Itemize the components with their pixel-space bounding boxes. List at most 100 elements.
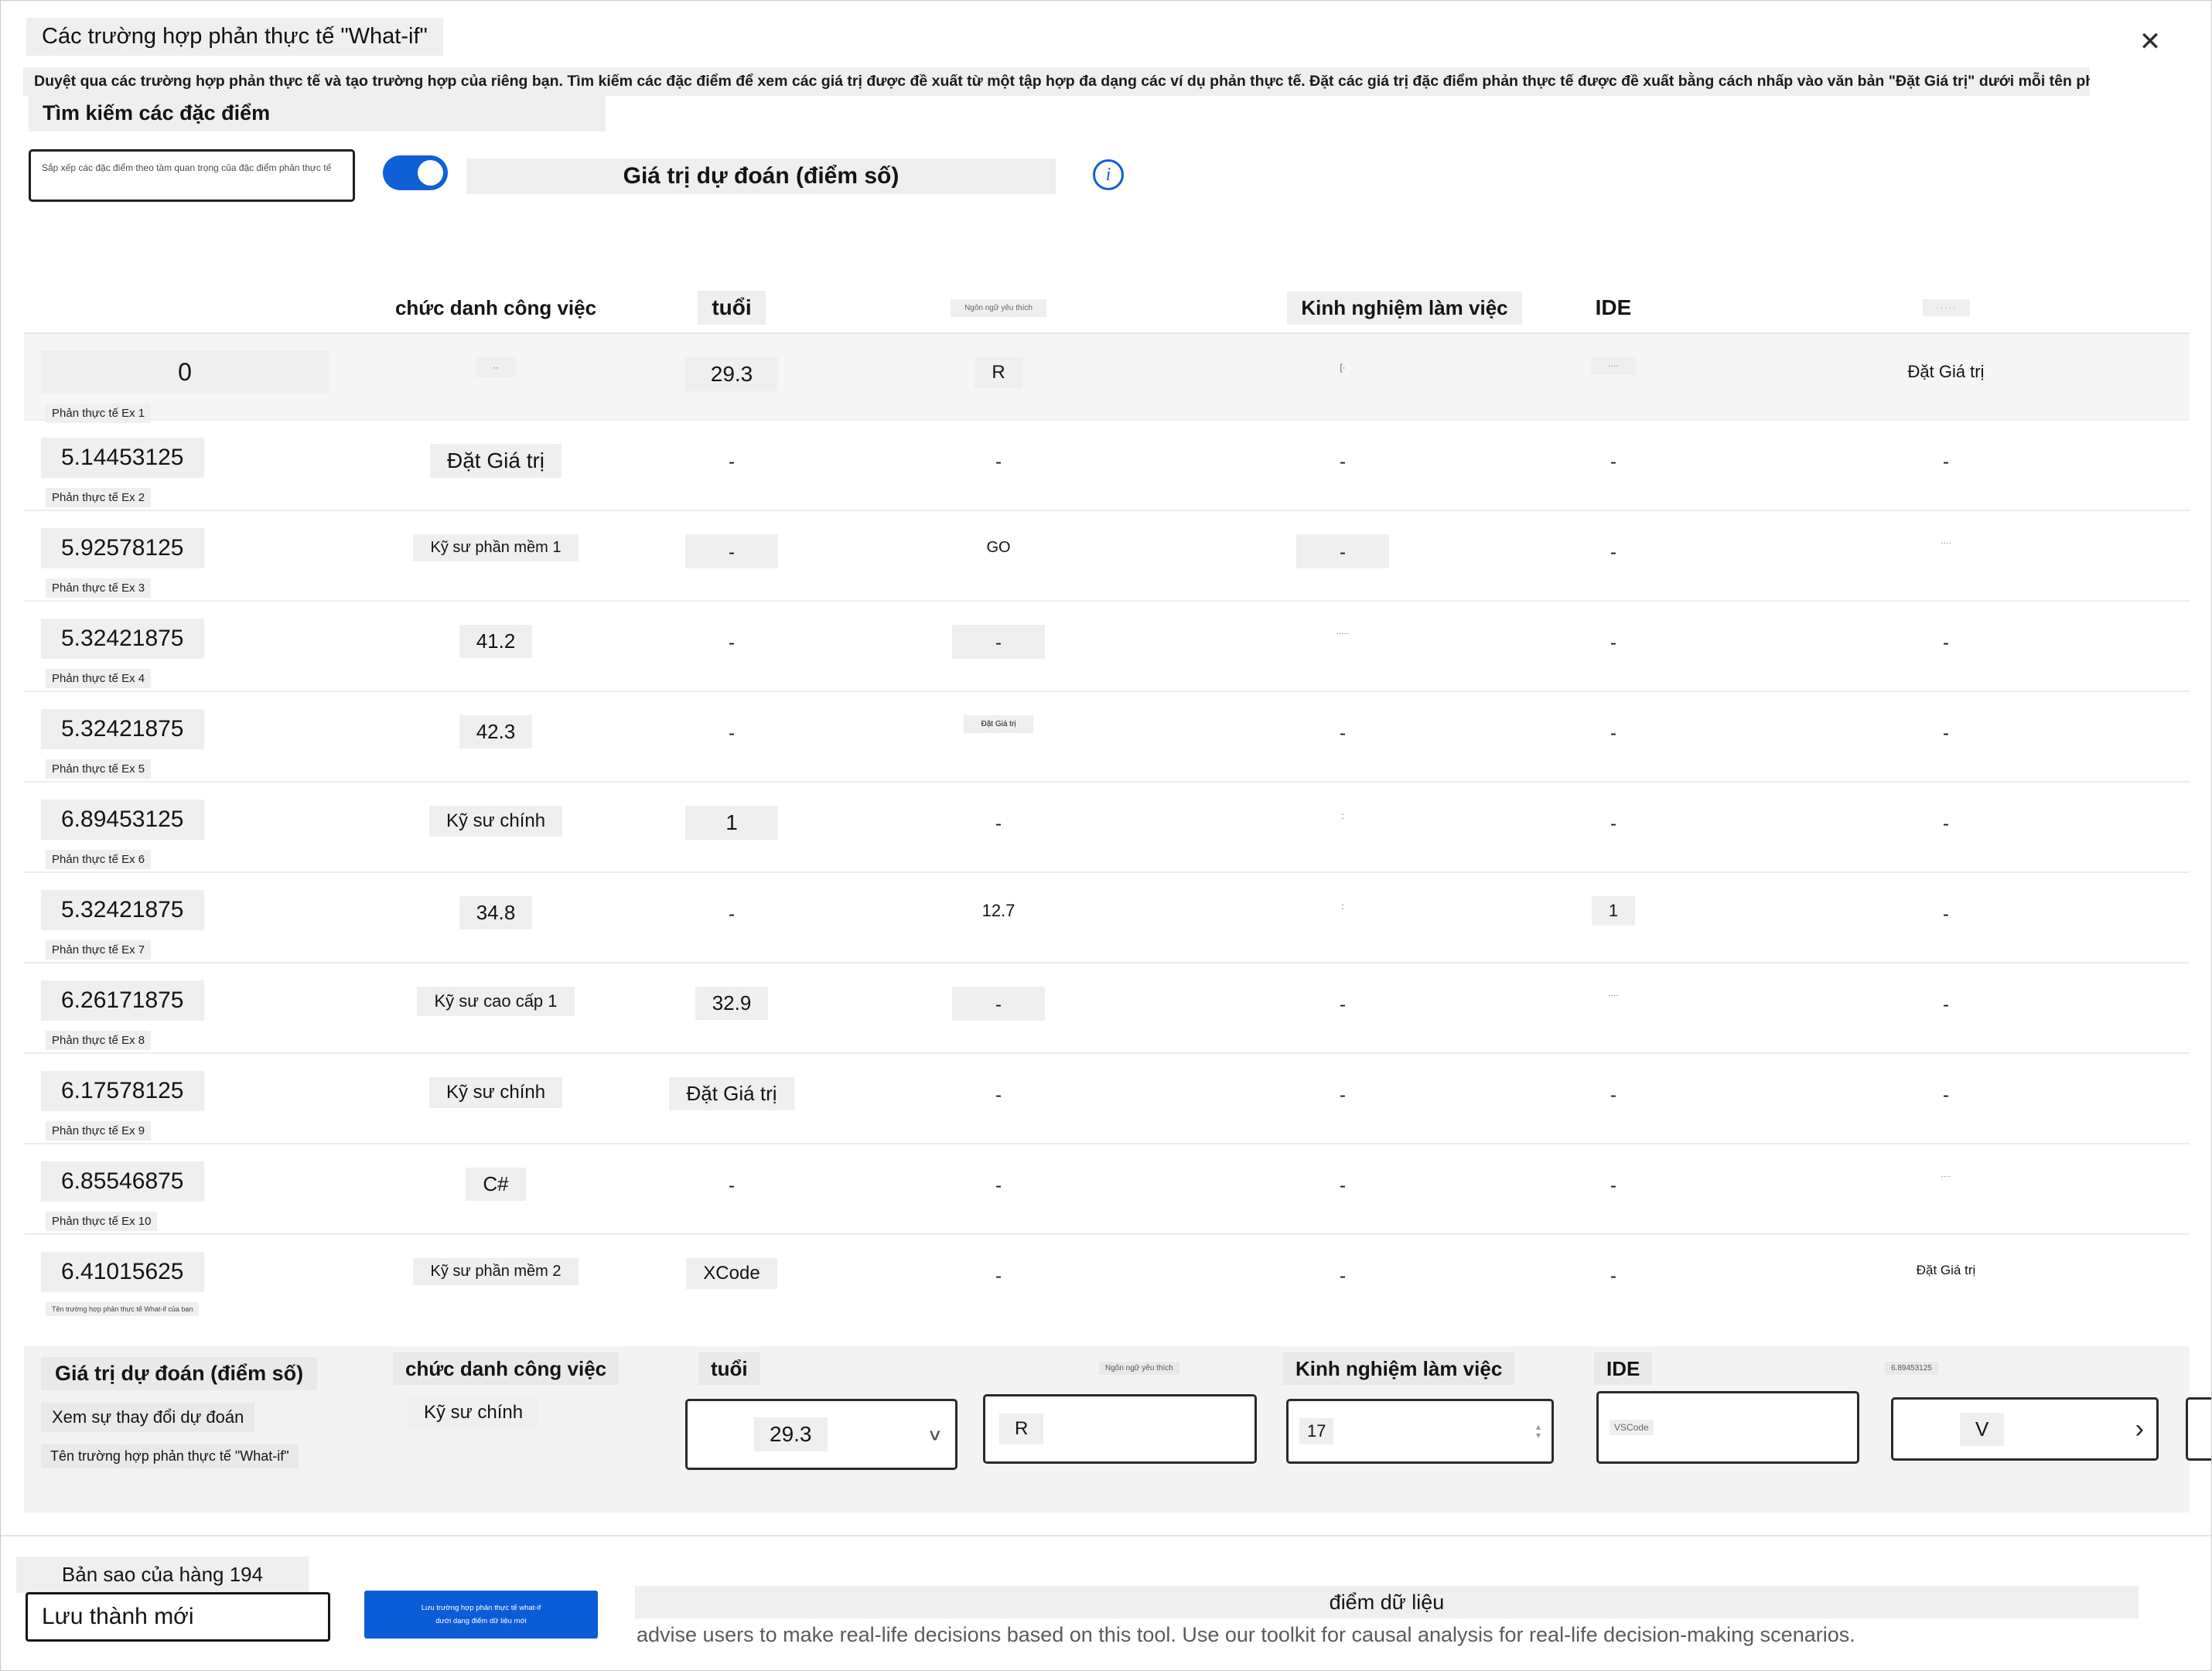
cell-value: -	[1340, 723, 1346, 744]
cell-value: -	[952, 625, 1045, 659]
extra-combobox[interactable]: V ›	[1891, 1397, 2159, 1461]
score-value: 0	[41, 351, 329, 394]
cell-value: -	[729, 633, 735, 653]
set-value-link[interactable]: Đặt Giá trị	[669, 1077, 794, 1110]
cell-value: -	[952, 987, 1045, 1021]
row-label: Phản thực tế Ex 5	[46, 759, 152, 779]
table-cell: Kỹ sư chính	[364, 1054, 627, 1143]
cell-value: -	[1610, 813, 1616, 834]
row-label: Phản thực tế Ex 8	[46, 1031, 152, 1050]
table-cell: :	[1161, 783, 1524, 871]
set-value-link[interactable]: Đặt Giá trị	[1890, 357, 2001, 387]
table-cell: -	[627, 421, 836, 510]
cell-value: -	[1340, 1175, 1346, 1196]
score-value: 5.14453125	[41, 438, 204, 478]
table-row: 6.85546875 Phản thực tế Ex 10 C# - - - - ····	[24, 1143, 2190, 1233]
cell-value: -	[1943, 723, 1949, 744]
score-cell: 6.26171875 Phản thực tế Ex 8	[24, 963, 364, 1052]
table-cell: -	[1161, 1054, 1524, 1143]
table-cell: -	[627, 873, 836, 962]
set-value-link[interactable]: Đặt Giá trị	[964, 715, 1033, 733]
editor-score-header: Giá trị dự đoán (điểm số)	[41, 1357, 318, 1390]
table-cell: Kỹ sư cao cấp 1	[364, 963, 627, 1052]
prediction-toggle[interactable]	[383, 155, 448, 190]
cell-value: [·	[1340, 362, 1346, 373]
cell-value: -	[729, 723, 735, 744]
table-cell: -	[836, 1235, 1161, 1324]
set-value-link[interactable]: Đặt Giá trị	[429, 444, 562, 478]
table-cell: 34.8	[364, 873, 627, 962]
table-row: 6.26171875 Phản thực tế Ex 8 Kỹ sư cao cấp…	[24, 962, 2190, 1052]
table-cell: ····	[1524, 963, 1702, 1052]
see-prediction-change-link[interactable]: Xem sự thay đổi dự đoán	[41, 1403, 255, 1432]
table-row: 5.92578125 Phản thực tế Ex 3 Kỹ sư phần mề…	[24, 510, 2190, 600]
cf-rows: 0 Phản thực tế Ex 1 ·· 29.3 R [· ···· Đặt Giá t…	[24, 332, 2190, 1324]
table-row: 5.32421875 Phản thực tế Ex 5 42.3 - Đặt Giá …	[24, 691, 2190, 781]
search-features-label: Tìm kiếm các đặc điểm	[29, 95, 606, 131]
table-row: 5.32421875 Phản thực tế Ex 4 41.2 - - ····· - -	[24, 600, 2190, 691]
table-cell: -	[1161, 692, 1524, 781]
score-cell: 6.41015625 Tên trường hợp phản thực tế Wh…	[24, 1235, 364, 1324]
datapoint-label: điểm dữ liệu	[635, 1586, 2139, 1618]
table-cell: -	[1524, 1144, 1702, 1233]
search-input[interactable]: Sắp xếp các đặc điểm theo tầm quan trọng…	[29, 149, 355, 202]
info-icon[interactable]: i	[1093, 159, 1124, 190]
table-cell: -	[1161, 511, 1524, 600]
cell-value: 34.8	[459, 896, 533, 929]
table-row: 5.32421875 Phản thực tế Ex 7 34.8 - 12.7: 1 -	[24, 871, 2190, 962]
score-cell: 5.92578125 Phản thực tế Ex 3	[24, 511, 364, 600]
cell-value: GO	[986, 539, 1011, 556]
table-row: 0 Phản thực tế Ex 1 ·· 29.3 R [· ···· Đặt Giá t…	[24, 332, 2190, 423]
table-cell: Đặt Giá trị	[627, 1054, 836, 1143]
score-value: 6.17578125	[41, 1071, 204, 1111]
table-cell: -	[836, 1054, 1161, 1143]
table-cell: Đặt Giá trị	[1702, 334, 2190, 423]
score-cell: 5.32421875 Phản thực tế Ex 7	[24, 873, 364, 962]
save-name-input[interactable]: Lưu thành mới	[26, 1592, 330, 1642]
table-cell: -	[1702, 1054, 2190, 1143]
score-value: 5.32421875	[41, 619, 204, 659]
table-cell: -	[1524, 421, 1702, 510]
cell-value: -	[1610, 723, 1616, 744]
editor-job-title-value: Kỹ sư chính	[408, 1397, 539, 1427]
table-cell: -	[1161, 963, 1524, 1052]
whatif-editor-panel: Giá trị dự đoán (điểm số) Xem sự thay đổ…	[24, 1346, 2211, 1512]
cell-value: -	[729, 904, 735, 925]
cell-value: ····	[1591, 357, 1636, 375]
cell-value: -	[1610, 1085, 1616, 1106]
dialog-description: Duyệt qua các trường hợp phản thực tế và…	[23, 67, 2090, 96]
cell-value: R	[975, 357, 1022, 388]
cell-value: -	[729, 452, 735, 472]
save-as-datapoint-button[interactable]: Lưu trường hợp phản thực tế what-if dưới…	[364, 1591, 598, 1639]
cell-value: 1	[1591, 896, 1636, 926]
table-cell: XCode	[627, 1235, 836, 1324]
clipped-control[interactable]	[2186, 1397, 2211, 1461]
experience-spinner[interactable]: 17 ▴ ▾	[1286, 1399, 1554, 1464]
language-input[interactable]: R	[983, 1394, 1257, 1464]
table-cell: R	[836, 334, 1161, 423]
cell-value: 41.2	[459, 625, 533, 658]
table-cell: -	[1524, 1054, 1702, 1143]
cell-value: -	[1943, 994, 1949, 1015]
table-cell: -	[1524, 511, 1702, 600]
spinner-arrows-icon[interactable]: ▴ ▾	[1536, 1422, 1541, 1440]
cell-value: -	[1943, 1085, 1949, 1106]
close-icon[interactable]: ✕	[2129, 21, 2171, 63]
table-cell: Đặt Giá trị	[1702, 1235, 2190, 1324]
table-cell: ····	[1524, 334, 1702, 423]
table-cell: -	[836, 963, 1161, 1052]
header-job-title: chức danh công việc	[394, 295, 597, 319]
age-dropdown[interactable]: 29.3 ∨	[685, 1399, 958, 1470]
score-cell: 0 Phản thực tế Ex 1	[24, 334, 364, 423]
table-cell: 32.9	[627, 963, 836, 1052]
table-cell: Kỹ sư phần mềm 1	[364, 511, 627, 600]
table-header-row: chức danh công việc tuổi Ngôn ngữ yêu th…	[24, 283, 2190, 332]
whatif-name-label: Tên trường hợp phản thực tế "What-if"	[41, 1444, 299, 1468]
table-cell: -	[1702, 692, 2190, 781]
table-cell: -	[1161, 1144, 1524, 1233]
editor-extra-header: 6.89453125	[1885, 1360, 1938, 1375]
cell-value: XCode	[686, 1258, 777, 1289]
cell-value: ··	[476, 357, 516, 377]
ide-input[interactable]: VSCode	[1596, 1391, 1859, 1464]
set-value-link[interactable]: Đặt Giá trị	[1900, 1258, 1993, 1283]
